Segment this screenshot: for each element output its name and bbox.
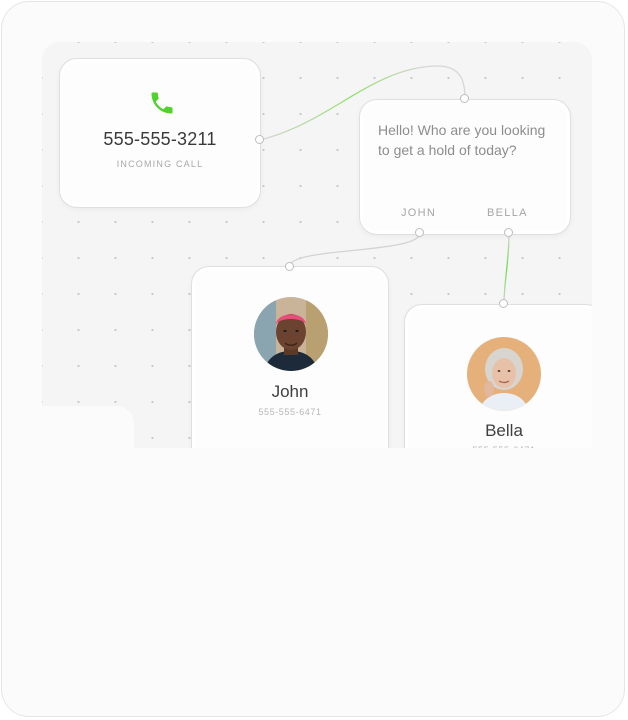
port-john-in[interactable]	[285, 262, 294, 271]
contact-node-john[interactable]: John 555-555-6471	[191, 266, 389, 448]
port-bella-in[interactable]	[499, 299, 508, 308]
port-option-john-out[interactable]	[415, 228, 424, 237]
flow-card: 555-555-3211 INCOMING CALL Hello! Who ar…	[1, 1, 625, 717]
avatar-bella	[467, 337, 541, 411]
incoming-call-label: INCOMING CALL	[116, 159, 204, 169]
canvas-notch	[42, 406, 134, 448]
contact-phone-john: 555-555-6471	[258, 407, 322, 417]
incoming-phone-number: 555-555-3211	[103, 129, 217, 149]
option-john[interactable]: JOHN	[401, 207, 436, 219]
greeting-prompt-node[interactable]: Hello! Who are you looking to get a hold…	[359, 99, 571, 235]
flow-canvas: 555-555-3211 INCOMING CALL Hello! Who ar…	[42, 42, 592, 448]
phone-icon	[151, 92, 173, 114]
avatar-john	[254, 297, 328, 371]
contact-name-john: John	[271, 382, 309, 401]
contact-phone-bella: 555-555-6471	[405, 445, 592, 448]
port-prompt-in[interactable]	[460, 94, 469, 103]
port-call-out[interactable]	[255, 135, 264, 144]
port-option-bella-out[interactable]	[504, 228, 513, 237]
wire-john-option	[289, 232, 421, 267]
contact-node-bella[interactable]: Bella 555-555-6471	[404, 304, 592, 448]
incoming-call-node[interactable]: 555-555-3211 INCOMING CALL	[59, 58, 261, 208]
contact-name-bella: Bella	[485, 421, 523, 440]
option-bella[interactable]: BELLA	[487, 207, 528, 219]
wire-bella-option	[503, 232, 510, 305]
greeting-prompt-text: Hello! Who are you looking to get a hold…	[378, 122, 546, 158]
